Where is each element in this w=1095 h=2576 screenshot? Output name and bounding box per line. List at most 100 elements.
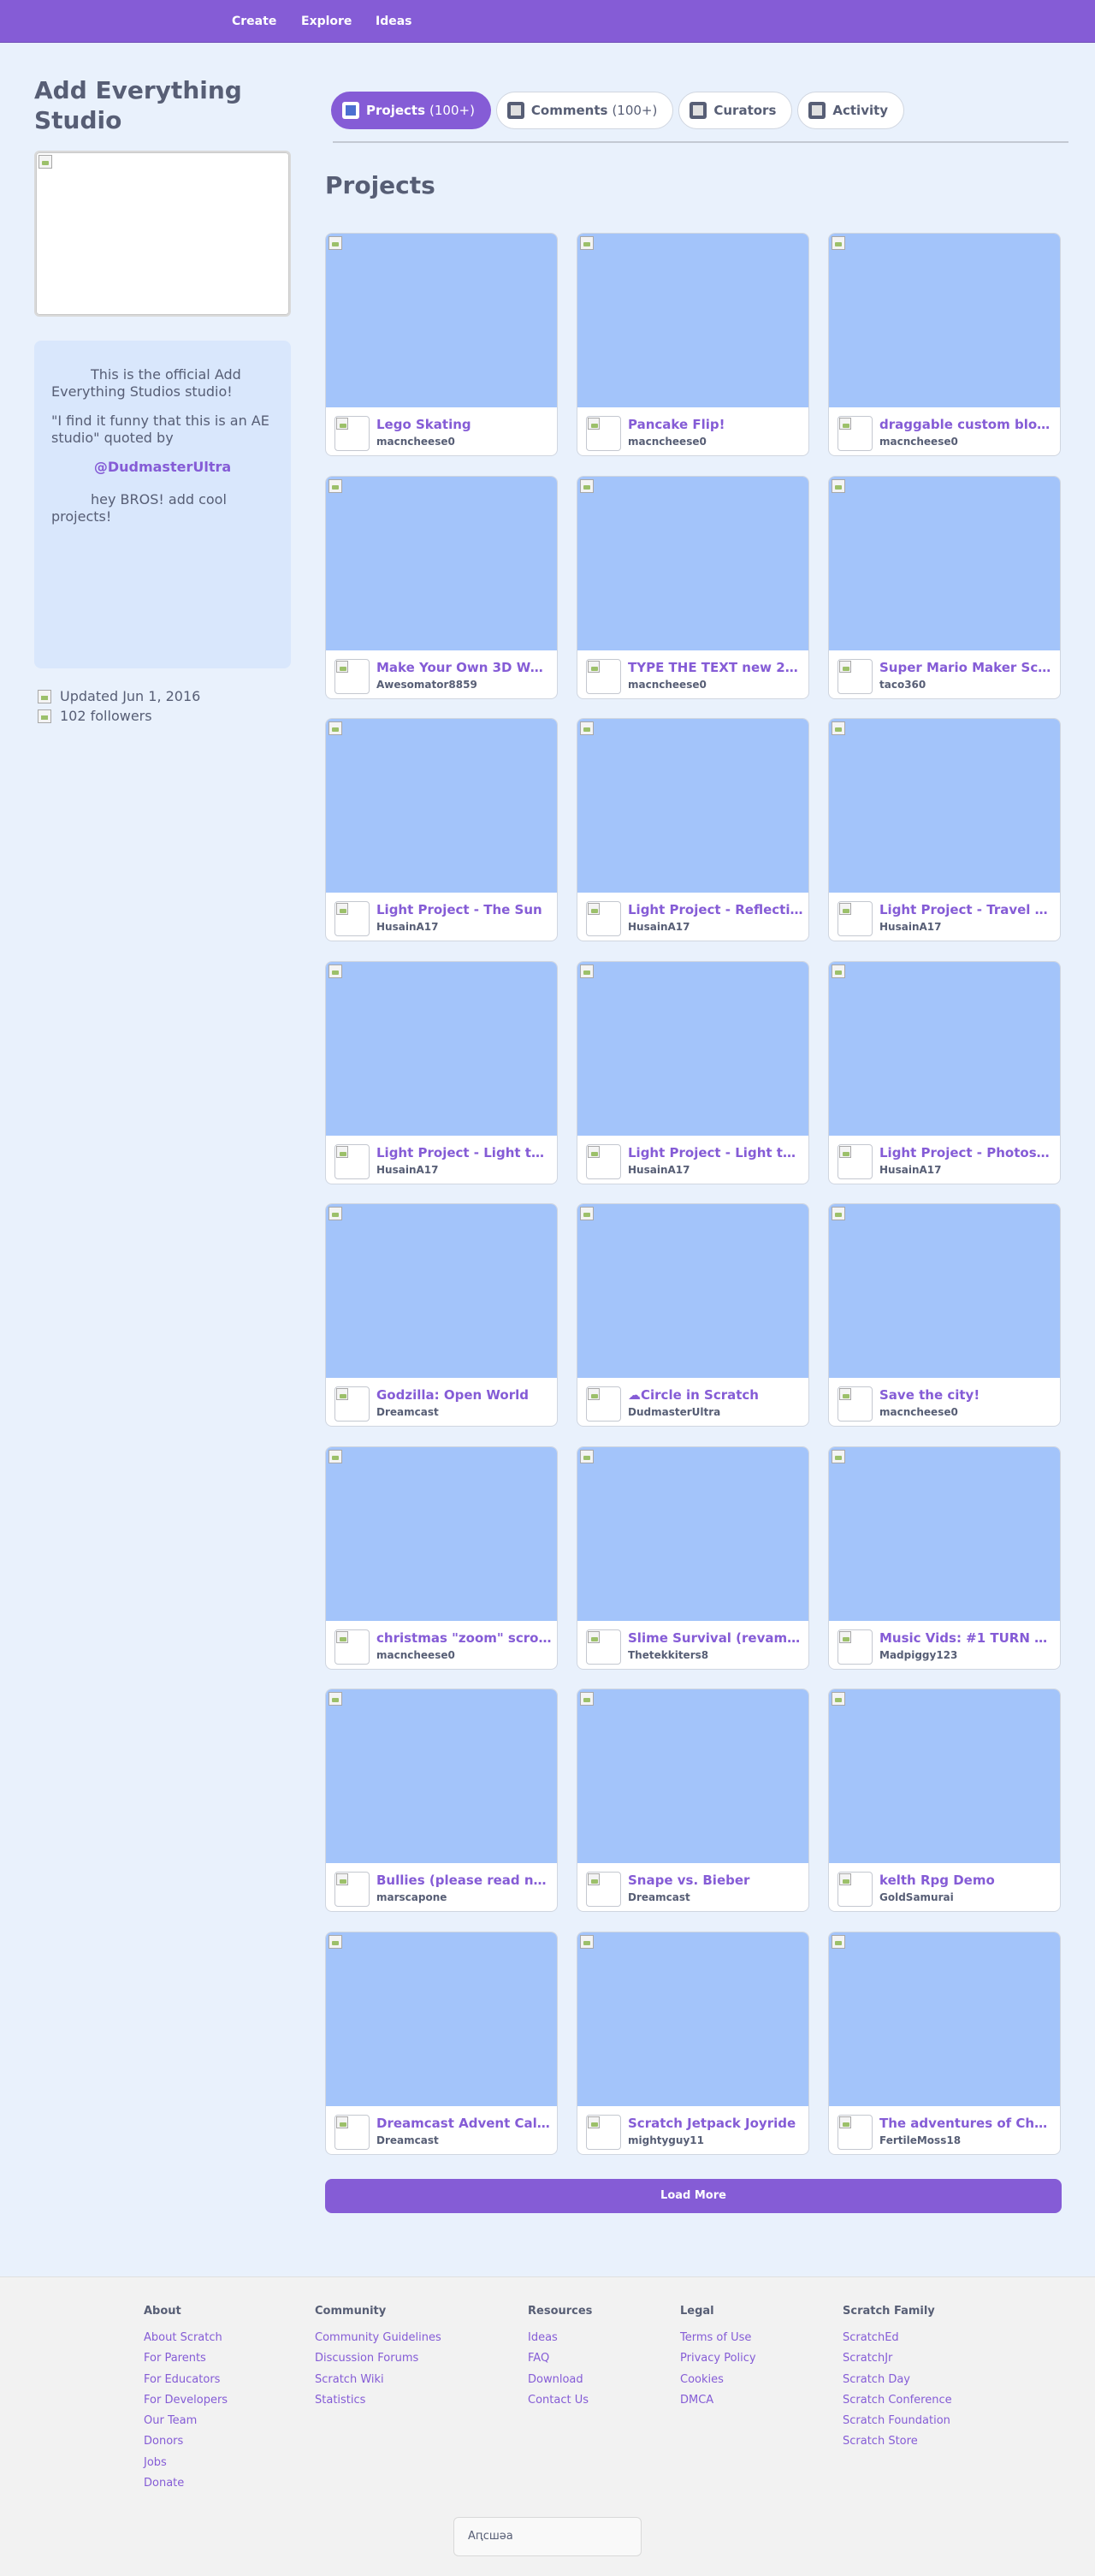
project-card[interactable]: Light Project - Photosynthesis HusainA17 (828, 960, 1061, 1184)
author-avatar[interactable] (838, 901, 873, 936)
footer-link[interactable]: Terms of Use (680, 2330, 756, 2350)
project-author-link[interactable]: Awesomator8859 (376, 679, 477, 691)
author-avatar[interactable] (334, 901, 370, 936)
nav-create-link[interactable]: Create (232, 0, 276, 43)
project-author-link[interactable]: HusainA17 (376, 1164, 438, 1176)
project-thumbnail[interactable] (577, 234, 808, 407)
footer-link[interactable]: Cookies (680, 2371, 756, 2392)
footer-link[interactable]: Contact Us (528, 2392, 592, 2413)
project-author-link[interactable]: HusainA17 (628, 1164, 690, 1176)
project-author-link[interactable]: Dreamcast (628, 1891, 690, 1903)
project-title-link[interactable]: Light Project - Light to Plants (376, 1145, 552, 1160)
author-avatar[interactable] (586, 416, 621, 451)
project-card[interactable]: Slime Survival (revamped) Thetekkiters8 (577, 1445, 809, 1670)
author-avatar[interactable] (586, 2114, 621, 2150)
project-title-link[interactable]: Light Project - Reflection (628, 902, 803, 917)
project-title-link[interactable]: Light Project - Photosynthesis (879, 1145, 1055, 1160)
project-title-link[interactable]: Scratch Jetpack Joyride (628, 2116, 803, 2131)
footer-link[interactable]: Our Team (144, 2413, 228, 2433)
footer-link[interactable]: Jobs (144, 2454, 228, 2475)
project-card[interactable]: Super Mario Maker Scratch taco360 (828, 475, 1061, 699)
footer-link[interactable]: Discussion Forums (315, 2350, 441, 2371)
project-card[interactable]: Scratch Jetpack Joyride mightyguy11 (577, 1931, 809, 2155)
project-title-link[interactable]: TYPE THE TEXT new 2016 (628, 660, 803, 675)
project-thumbnail[interactable] (577, 476, 808, 650)
project-card[interactable]: Dreamcast Advent Calendar Dreamcast (325, 1931, 558, 2155)
project-card[interactable]: Pancake Flip! macncheese0 (577, 233, 809, 456)
footer-link[interactable]: ScratchJr (843, 2350, 952, 2371)
author-avatar[interactable] (586, 1143, 621, 1179)
project-card[interactable]: Save the city! macncheese0 (828, 1203, 1061, 1427)
footer-link[interactable]: Download (528, 2371, 592, 2392)
project-author-link[interactable]: macncheese0 (628, 679, 707, 691)
project-card[interactable]: Light Project - Reflection HusainA17 (577, 718, 809, 941)
nav-explore-link[interactable]: Explore (301, 0, 352, 43)
project-title-link[interactable]: Slime Survival (revamped) (628, 1630, 803, 1646)
project-card[interactable]: Lego Skating macncheese0 (325, 233, 558, 456)
project-title-link[interactable]: Save the city! (879, 1387, 1055, 1403)
project-title-link[interactable]: Music Vids: #1 TURN DOWN (879, 1630, 1055, 1646)
project-card[interactable]: christmas "zoom" scrolling macncheese0 (325, 1445, 558, 1670)
project-title-link[interactable]: Bullies (please read notes) (376, 1873, 552, 1888)
tab-comments[interactable]: Comments (100+) (495, 92, 674, 129)
project-author-link[interactable]: HusainA17 (879, 1164, 941, 1176)
project-card[interactable]: Godzilla: Open World Dreamcast (325, 1203, 558, 1427)
author-avatar[interactable] (334, 2114, 370, 2150)
footer-link[interactable]: Scratch Store (843, 2433, 952, 2454)
project-title-link[interactable]: Godzilla: Open World (376, 1387, 552, 1403)
footer-link[interactable]: DMCA (680, 2392, 756, 2413)
project-card[interactable]: Light Project - Light to Eyes HusainA17 (577, 960, 809, 1184)
project-author-link[interactable]: HusainA17 (879, 921, 941, 933)
project-title-link[interactable]: Pancake Flip! (628, 417, 803, 432)
user-mention-link[interactable]: @DudmasterUltra (51, 459, 274, 476)
project-author-link[interactable]: macncheese0 (376, 1649, 455, 1661)
project-thumbnail[interactable] (829, 1932, 1060, 2106)
project-thumbnail[interactable] (577, 1689, 808, 1863)
project-thumbnail[interactable] (326, 1204, 557, 1378)
project-thumbnail[interactable] (577, 1932, 808, 2106)
project-author-link[interactable]: Madpiggy123 (879, 1649, 957, 1661)
project-title-link[interactable]: Snape vs. Bieber (628, 1873, 803, 1888)
project-author-link[interactable]: macncheese0 (879, 436, 958, 448)
load-more-button[interactable]: Load More (325, 2179, 1062, 2213)
tab-projects[interactable]: Projects (100+) (331, 92, 491, 129)
nav-ideas-link[interactable]: Ideas (376, 0, 412, 43)
language-select[interactable]: Аԥсшәа (453, 2517, 642, 2556)
footer-link[interactable]: Scratch Wiki (315, 2371, 441, 2392)
author-avatar[interactable] (838, 1143, 873, 1179)
project-author-link[interactable]: marscapone (376, 1891, 447, 1903)
project-thumbnail[interactable] (326, 1446, 557, 1621)
project-title-link[interactable]: The adventures of Charlie (879, 2116, 1055, 2131)
project-thumbnail[interactable] (326, 476, 557, 650)
footer-link[interactable]: Ideas (528, 2330, 592, 2350)
tab-curators[interactable]: Curators (678, 92, 793, 129)
footer-link[interactable]: FAQ (528, 2350, 592, 2371)
project-card[interactable]: Light Project - Light to Plants HusainA17 (325, 960, 558, 1184)
footer-link[interactable]: ScratchEd (843, 2330, 952, 2350)
project-author-link[interactable]: Dreamcast (376, 2134, 439, 2146)
project-title-link[interactable]: christmas "zoom" scrolling (376, 1630, 552, 1646)
project-thumbnail[interactable] (577, 1446, 808, 1621)
project-title-link[interactable]: Dreamcast Advent Calendar (376, 2116, 552, 2131)
project-author-link[interactable]: macncheese0 (376, 436, 455, 448)
project-author-link[interactable]: macncheese0 (879, 1406, 958, 1418)
author-avatar[interactable] (586, 658, 621, 694)
author-avatar[interactable] (838, 2114, 873, 2150)
project-card[interactable]: Bullies (please read notes) marscapone (325, 1689, 558, 1912)
footer-link[interactable]: Statistics (315, 2392, 441, 2413)
project-title-link[interactable]: Light Project - Travel Time (879, 902, 1055, 917)
project-author-link[interactable]: macncheese0 (628, 436, 707, 448)
footer-link[interactable]: Privacy Policy (680, 2350, 756, 2371)
footer-link[interactable]: Scratch Foundation (843, 2413, 952, 2433)
author-avatar[interactable] (586, 901, 621, 936)
project-card[interactable]: draggable custom blocks macncheese0 (828, 233, 1061, 456)
author-avatar[interactable] (334, 1629, 370, 1665)
project-title-link[interactable]: ☁Circle in Scratch (628, 1387, 803, 1403)
project-title-link[interactable]: Super Mario Maker Scratch (879, 660, 1055, 675)
project-title-link[interactable]: kelth Rpg Demo (879, 1873, 1055, 1888)
project-thumbnail[interactable] (326, 719, 557, 893)
project-title-link[interactable]: Make Your Own 3D World (376, 660, 552, 675)
project-card[interactable]: ☁Circle in Scratch DudmasterUltra (577, 1203, 809, 1427)
project-author-link[interactable]: taco360 (879, 679, 926, 691)
author-avatar[interactable] (838, 1629, 873, 1665)
